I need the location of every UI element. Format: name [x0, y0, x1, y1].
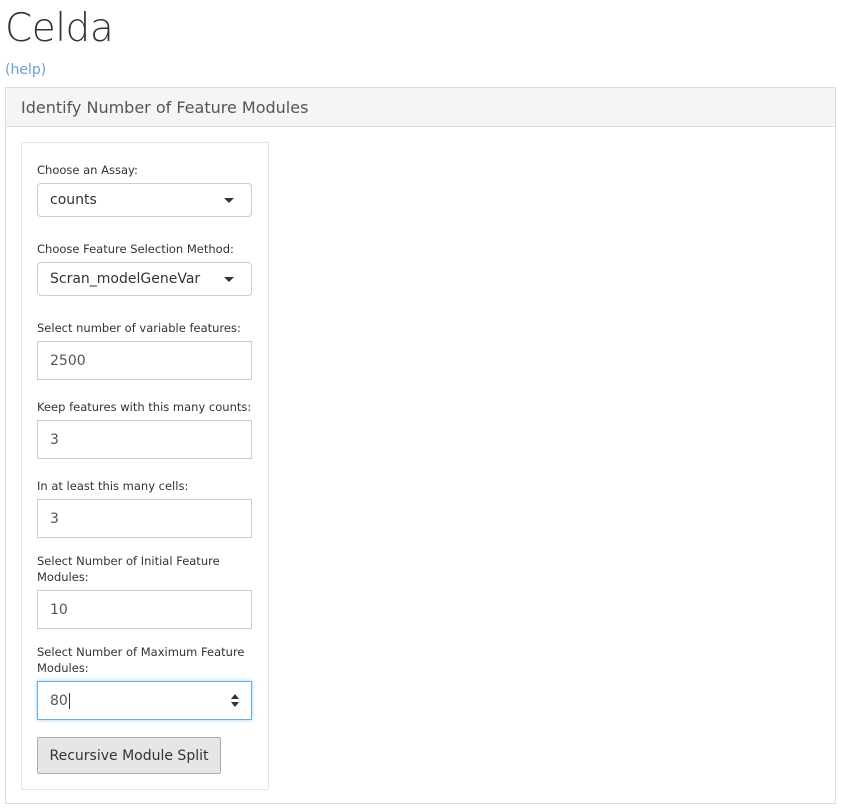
variable-features-input[interactable]: 2500 — [37, 341, 252, 380]
min-cells-value: 3 — [50, 510, 59, 527]
initial-modules-label: Select Number of Initial Feature Modules… — [37, 554, 220, 584]
feature-selection-value: Scran_modelGeneVar — [50, 271, 201, 287]
spin-up-icon[interactable] — [231, 694, 239, 699]
initial-modules-value: 10 — [50, 601, 68, 618]
help-link[interactable]: (help) — [5, 60, 46, 80]
feature-selection-label: Choose Feature Selection Method: — [37, 242, 234, 256]
initial-modules-input[interactable]: 10 — [37, 590, 252, 629]
settings-sidebar: Choose an Assay: counts Choose Feature S… — [21, 142, 269, 790]
max-modules-input[interactable]: 80 — [37, 681, 252, 720]
recursive-module-split-button[interactable]: Recursive Module Split — [37, 737, 221, 774]
caret-down-icon — [224, 198, 234, 203]
max-modules-label: Select Number of Maximum Feature Modules… — [37, 645, 245, 675]
min-counts-value: 3 — [50, 431, 59, 448]
spin-down-icon[interactable] — [231, 702, 239, 707]
number-spinner-icon[interactable] — [231, 693, 239, 709]
assay-label: Choose an Assay: — [37, 163, 138, 177]
text-cursor — [68, 692, 70, 709]
variable-features-value: 2500 — [50, 352, 86, 369]
max-modules-value: 80 — [50, 692, 68, 709]
feature-modules-panel: Identify Number of Feature Modules Choos… — [5, 87, 836, 804]
panel-heading: Identify Number of Feature Modules — [6, 88, 835, 127]
caret-down-icon — [224, 277, 234, 282]
min-cells-input[interactable]: 3 — [37, 499, 252, 538]
min-cells-label: In at least this many cells: — [37, 479, 189, 493]
variable-features-label: Select number of variable features: — [37, 321, 241, 335]
assay-select-value: counts — [50, 192, 97, 208]
min-counts-label: Keep features with this many counts: — [37, 400, 252, 414]
assay-select[interactable]: counts — [37, 183, 252, 217]
page-title: Celda — [5, 6, 114, 51]
min-counts-input[interactable]: 3 — [37, 420, 252, 459]
feature-selection-select[interactable]: Scran_modelGeneVar — [37, 262, 252, 296]
